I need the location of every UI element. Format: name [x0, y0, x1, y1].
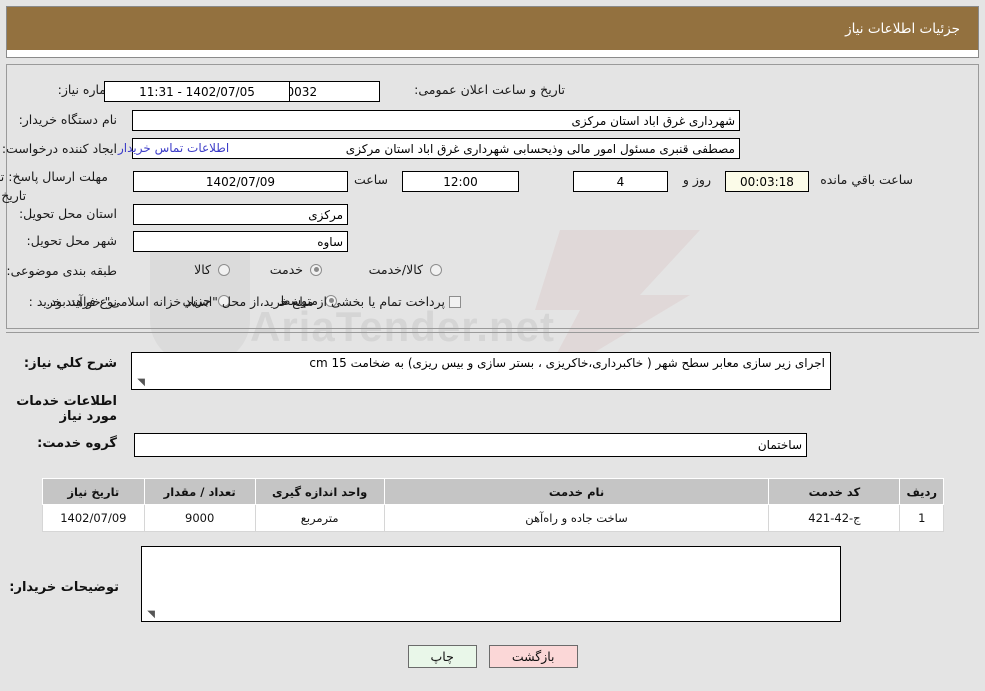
- announce-datetime-label-row: تاریخ و ساعت اعلان عمومی:: [414, 82, 565, 97]
- buyer-notes-textarea[interactable]: ◥: [141, 546, 841, 622]
- th-index: ردیف: [899, 478, 944, 505]
- resize-grip-icon[interactable]: ◥: [135, 378, 145, 388]
- deadline-days-value: 4: [573, 171, 668, 192]
- category-radio-khedmat[interactable]: [310, 263, 322, 276]
- th-code: کد خدمت: [768, 478, 901, 505]
- requester-label-row: ایجاد کننده درخواست:: [2, 141, 117, 156]
- deadline-hour-label: ساعت: [353, 172, 388, 187]
- window-titlebar: جزئیات اطلاعات نیاز: [7, 7, 978, 50]
- deadline-timer-label-row: ساعت باقي مانده: [820, 172, 913, 187]
- services-table: ردیف کد خدمت نام خدمت واحد اندازه گیری ت…: [42, 478, 944, 532]
- buyer-contact-link[interactable]: اطلاعات تماس خریدار: [118, 141, 229, 155]
- cell-unit: مترمربع: [254, 504, 385, 532]
- cell-code: ج-42-421: [768, 504, 901, 532]
- contact-link-row[interactable]: اطلاعات تماس خریدار: [118, 141, 229, 155]
- page-root: AriaTender.net جزئیات اطلاعات نیاز شماره…: [0, 0, 985, 691]
- province-value: مرکزی: [133, 204, 348, 225]
- need-info-panel: [6, 64, 979, 329]
- table-row: 1 ج-42-421 ساخت جاده و راه‌آهن مترمربع 9…: [42, 504, 944, 532]
- action-button-row: بازگشت چاپ: [0, 645, 985, 668]
- city-value: ساوه: [133, 231, 348, 252]
- treasury-note-row: پرداخت تمام یا بخشی از مبلغ خرید،از محل …: [46, 294, 465, 309]
- category-label-row: طبقه بندی موضوعی:: [6, 263, 117, 278]
- deadline-hour-label-row: ساعت: [354, 172, 388, 187]
- category-label: طبقه بندی موضوعی:: [6, 263, 117, 278]
- deadline-label: مهلت ارسال پاسخ: تا تاریخ:: [0, 169, 108, 203]
- province-label: استان محل تحویل:: [18, 206, 117, 221]
- general-desc-label: شرح کلي نیاز:: [23, 356, 117, 371]
- th-qty: تعداد / مقدار: [143, 478, 256, 505]
- deadline-label-row: مهلت ارسال پاسخ: تا تاریخ:: [0, 166, 117, 204]
- cell-name: ساخت جاده و راه‌آهن: [383, 504, 770, 532]
- province-label-row: استان محل تحویل:: [19, 206, 117, 221]
- category-label-khedmat: خدمت: [269, 262, 303, 277]
- cell-quantity: 9000: [143, 504, 256, 532]
- th-date: تاریخ نیاز: [42, 478, 145, 505]
- deadline-days-label-row: روز و: [683, 172, 711, 187]
- general-desc-textarea[interactable]: اجرای زیر سازی معابر سطح شهر ( خاکبرداری…: [131, 352, 831, 390]
- category-radio-kala[interactable]: [218, 263, 230, 276]
- back-button[interactable]: بازگشت: [488, 645, 578, 668]
- city-label: شهر محل تحویل:: [26, 233, 117, 248]
- cell-need-date: 1402/07/09: [42, 504, 145, 532]
- deadline-date-value: 1402/07/09: [133, 171, 348, 192]
- th-unit: واحد اندازه گیری: [254, 478, 385, 505]
- category-label-kala: کالا: [194, 262, 211, 277]
- buyer-notes-label: توضیحات خریدار:: [9, 580, 119, 595]
- announce-datetime-value: 11:31 - 1402/07/05: [104, 81, 290, 102]
- category-option-kala[interactable]: کالا: [192, 262, 233, 277]
- category-label-kala-khedmat: کالا/خدمت: [368, 262, 423, 277]
- window-title: جزئیات اطلاعات نیاز: [845, 20, 960, 37]
- category-option-kala-khedmat[interactable]: کالا/خدمت: [367, 262, 445, 277]
- treasury-note-text: پرداخت تمام یا بخشی از مبلغ خرید،از محل …: [46, 294, 445, 309]
- th-name: نام خدمت: [383, 478, 770, 505]
- treasury-checkbox[interactable]: [449, 295, 461, 308]
- buyer-org-label-row: نام دستگاه خریدار:: [19, 112, 117, 127]
- cell-index: 1: [899, 504, 944, 532]
- city-label-row: شهر محل تحویل:: [27, 233, 117, 248]
- announce-datetime-label: تاریخ و ساعت اعلان عمومی:: [414, 82, 565, 97]
- table-header-row: ردیف کد خدمت نام خدمت واحد اندازه گیری ت…: [42, 478, 944, 505]
- deadline-days-label: روز و: [682, 172, 711, 187]
- resize-grip-icon-notes[interactable]: ◥: [145, 610, 155, 620]
- print-button[interactable]: چاپ: [407, 645, 477, 668]
- services-heading: اطلاعات خدمات مورد نیاز: [16, 394, 117, 424]
- category-radio-kala-khedmat[interactable]: [430, 263, 442, 276]
- deadline-timer-label: ساعت باقي مانده: [820, 172, 913, 187]
- category-option-khedmat[interactable]: خدمت: [268, 262, 325, 277]
- general-desc-value: اجرای زیر سازی معابر سطح شهر ( خاکبرداری…: [309, 356, 825, 370]
- buyer-org-value: شهرداری غرق اباد استان مرکزی: [132, 110, 740, 131]
- service-group-value: ساختمان: [134, 433, 807, 457]
- service-group-label: گروه خدمت:: [37, 436, 117, 451]
- requester-label: ایجاد کننده درخواست:: [1, 141, 117, 156]
- buyer-org-label: نام دستگاه خریدار:: [18, 112, 117, 127]
- deadline-hour-value: 12:00: [402, 171, 519, 192]
- deadline-countdown-timer: 00:03:18: [725, 171, 809, 192]
